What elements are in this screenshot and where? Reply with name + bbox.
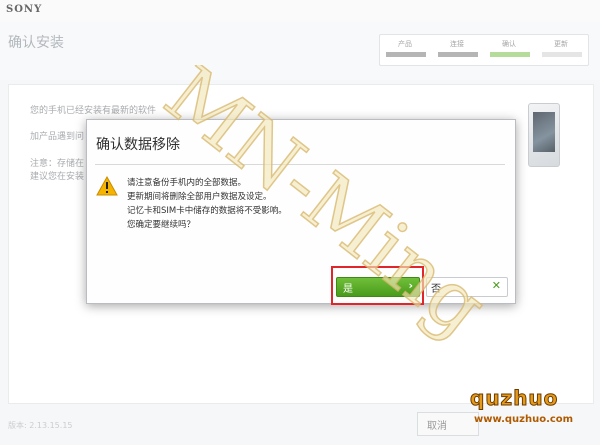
close-icon: ✕ [491, 279, 501, 292]
message-line: 您确定要继续吗？ [127, 220, 196, 230]
logo-text: quzhuo [469, 386, 559, 411]
logo-url: www.quzhuo.com [474, 414, 574, 425]
site-logo: quzhuo www.quzhuo.com [462, 386, 592, 438]
message-line: 请注意备份手机内的全部数据。 [127, 178, 247, 188]
divider [95, 164, 505, 165]
dialog-title: 确认数据移除 [96, 137, 180, 153]
no-button[interactable]: 否 ✕ [426, 277, 508, 297]
highlight-box [331, 266, 424, 305]
no-label: 否 [431, 284, 441, 295]
warning-icon [96, 176, 118, 196]
brand-logo: SONY [6, 4, 43, 15]
message-line: 更新期间将删除全部用户数据及设定。 [127, 192, 272, 202]
confirm-dialog: 确认数据移除 请注意备份手机内的全部数据。 更新期间将删除全部用户数据及设定。 … [86, 119, 516, 304]
dialog-message: 请注意备份手机内的全部数据。 更新期间将删除全部用户数据及设定。 记忆卡和SIM… [127, 176, 287, 232]
title-bar: SONY [0, 0, 600, 23]
message-line: 记忆卡和SIM卡中储存的数据将不受影响。 [127, 206, 287, 216]
app-window: SONY 确认安装 产品 连接 确认 更新 您的手机已经安装有最新的软件 加产品… [0, 0, 600, 445]
